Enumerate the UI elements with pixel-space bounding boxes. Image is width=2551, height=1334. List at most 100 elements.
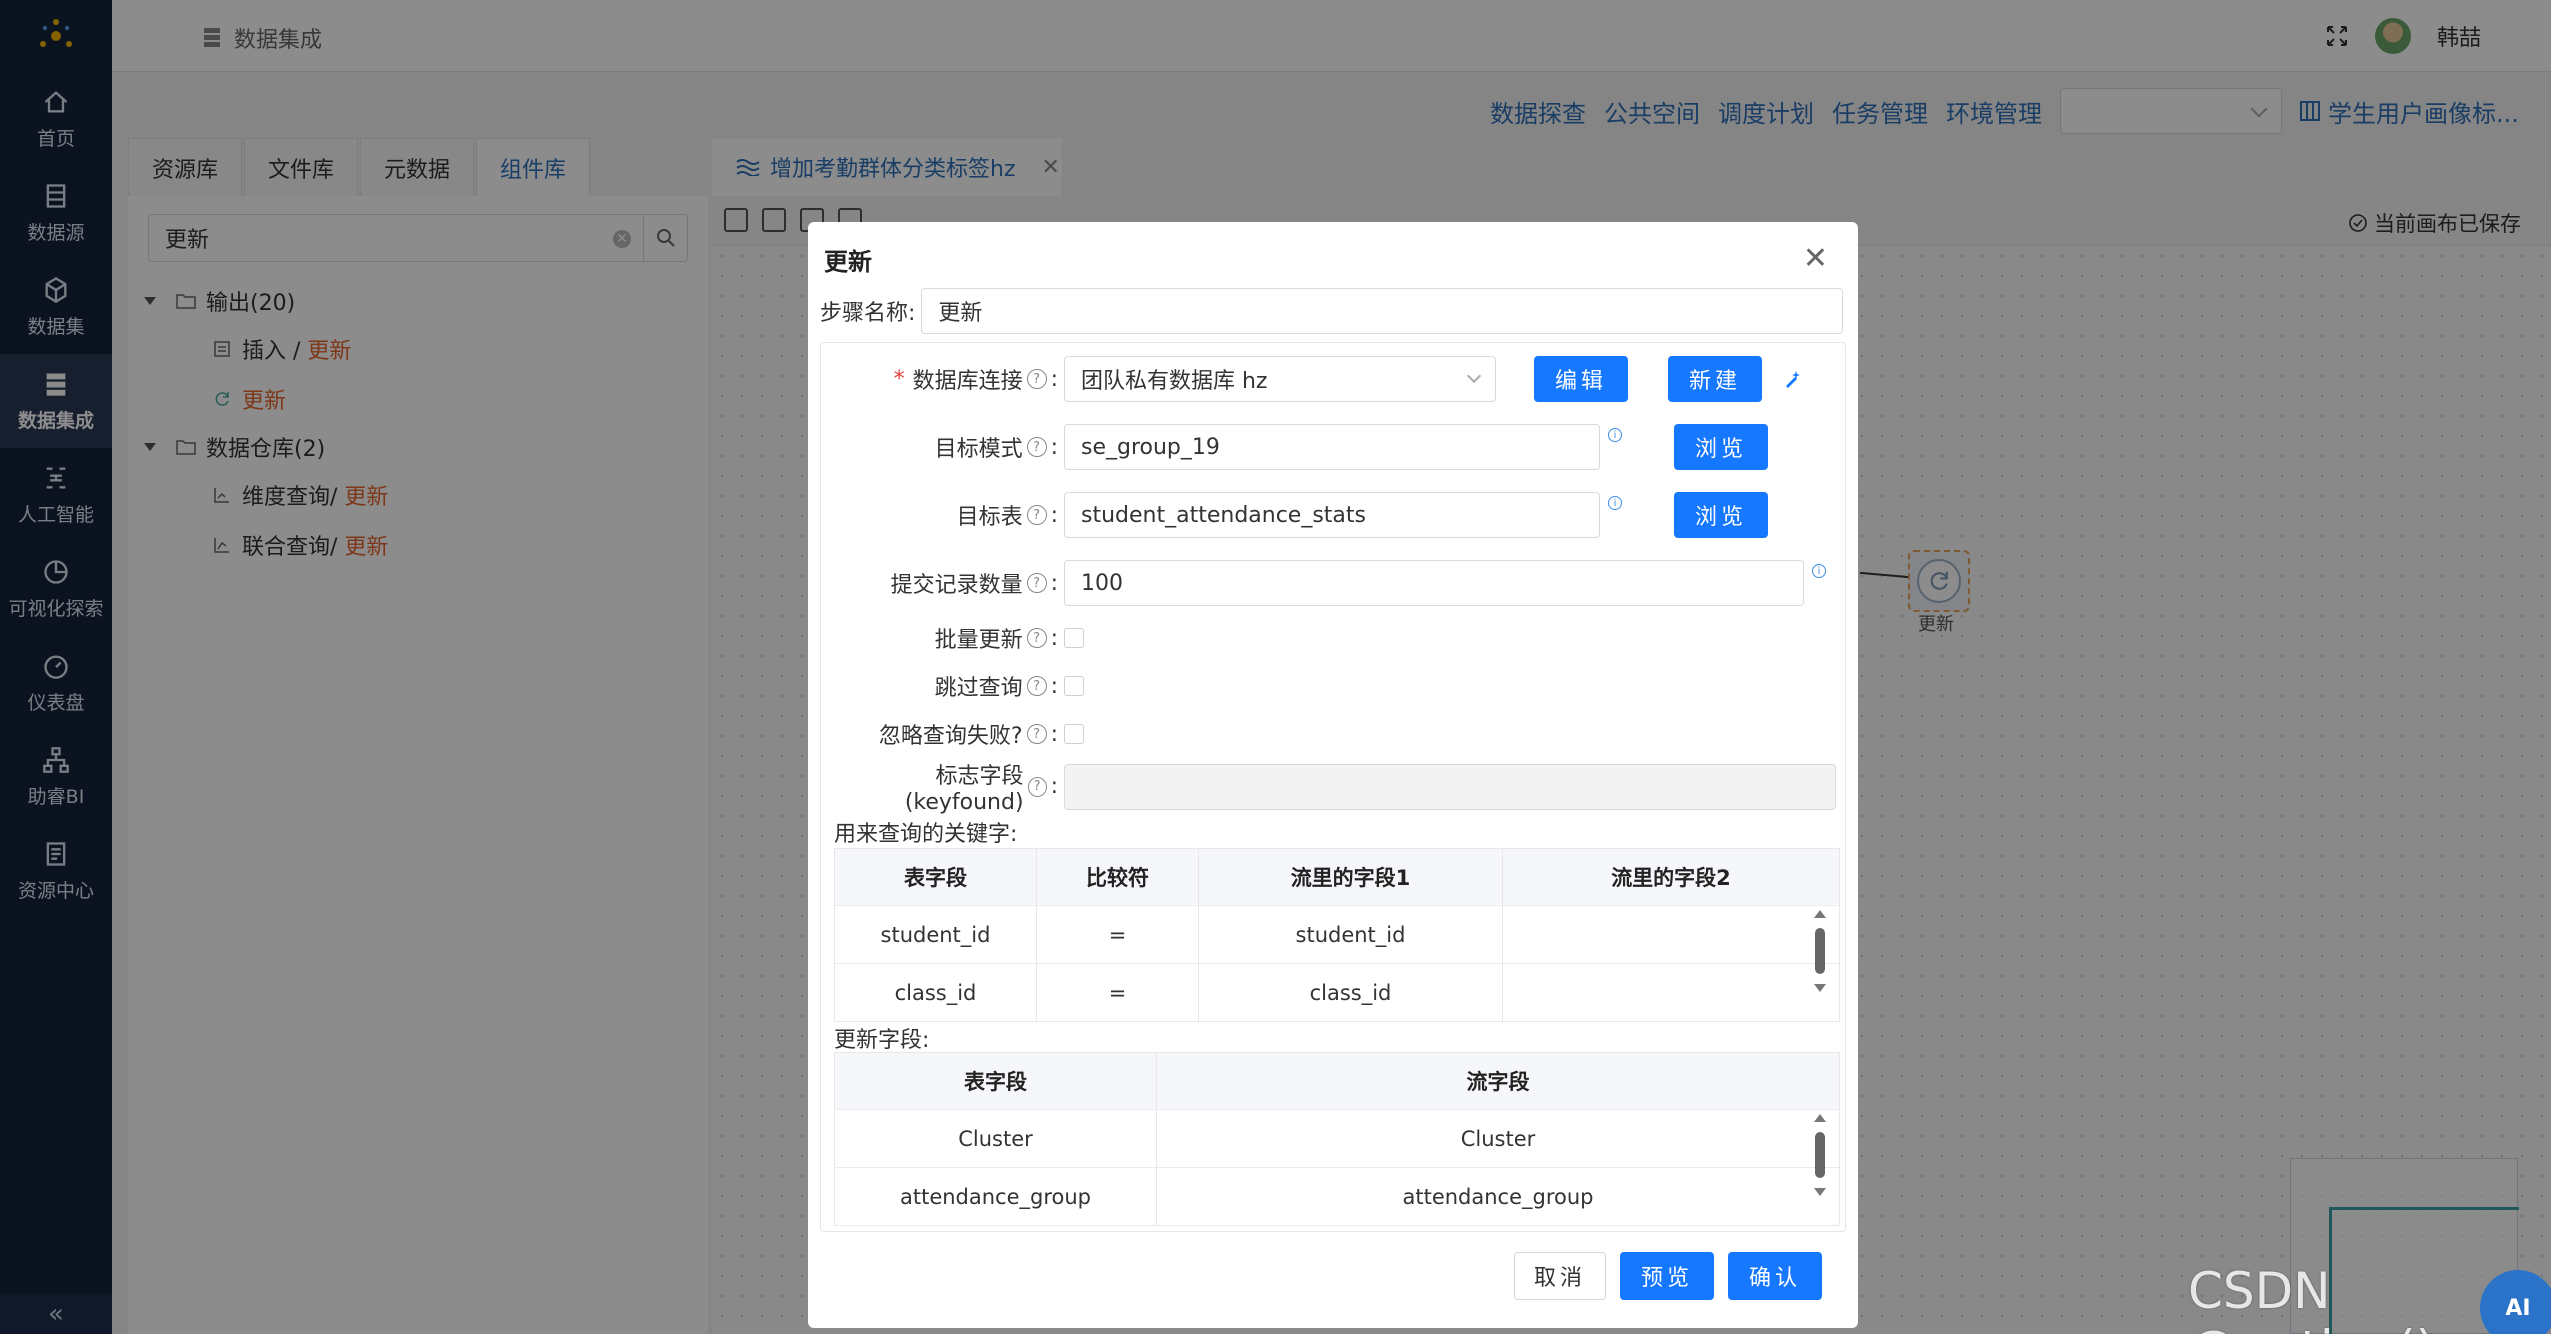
lookup-table-scrollbar[interactable] <box>1812 910 1828 992</box>
scroll-down-icon[interactable] <box>1814 984 1826 992</box>
required-marker: * <box>893 366 905 392</box>
table-row[interactable]: Cluster Cluster <box>835 1109 1839 1167</box>
table-cell[interactable]: Cluster <box>1157 1110 1839 1167</box>
label-colon: : <box>1050 721 1058 747</box>
lookup-keys-label: 用来查询的关键字: <box>834 822 1018 847</box>
wizard-icon[interactable] <box>1782 368 1804 390</box>
table-cell[interactable]: Cluster <box>835 1110 1157 1167</box>
label-colon: : <box>1050 570 1058 596</box>
update-table-scrollbar[interactable] <box>1812 1114 1828 1196</box>
help-icon[interactable]: ? <box>1026 628 1047 648</box>
update-fields-table: 表字段 流字段 Cluster Cluster attendance_group… <box>834 1052 1840 1226</box>
scroll-down-icon[interactable] <box>1814 1188 1826 1196</box>
commit-size-row: 提交记录数量 ? : 100 i <box>828 560 1826 606</box>
table-row[interactable]: attendance_group attendance_group <box>835 1167 1839 1225</box>
browse-table-button[interactable]: 浏览 <box>1674 492 1768 538</box>
label-colon: : <box>1050 774 1058 799</box>
batch-update-checkbox[interactable] <box>1064 628 1084 648</box>
table-cell[interactable]: class_id <box>1199 964 1503 1021</box>
ignore-lookup-failure-label: 忽略查询失败? <box>878 724 1023 749</box>
target-schema-row: 目标模式 ? : se_group_19 i 浏览 <box>828 424 1768 470</box>
label-colon: : <box>1050 673 1058 699</box>
help-icon[interactable]: ? <box>1026 724 1047 744</box>
lookup-keys-table: 表字段 比较符 流里的字段1 流里的字段2 student_id = stude… <box>834 848 1840 1022</box>
db-connection-row: * 数据库连接 ? : 团队私有数据库 hz 编辑 新建 <box>828 356 1804 402</box>
confirm-button[interactable]: 确认 <box>1728 1252 1822 1300</box>
column-header: 表字段 <box>835 1053 1157 1109</box>
scroll-up-icon[interactable] <box>1814 910 1826 918</box>
edit-connection-button[interactable]: 编辑 <box>1534 356 1628 402</box>
column-header: 流里的字段1 <box>1199 849 1503 905</box>
table-cell[interactable]: student_id <box>835 906 1037 963</box>
target-table-label: 目标表 <box>956 505 1023 530</box>
update-fields-label: 更新字段: <box>834 1028 930 1053</box>
help-icon[interactable]: ? <box>1026 505 1047 525</box>
skip-lookup-label: 跳过查询 <box>934 676 1023 701</box>
step-name-value: 更新 <box>938 301 983 326</box>
table-row[interactable]: student_id = student_id <box>835 905 1839 963</box>
browse-schema-button[interactable]: 浏览 <box>1674 424 1768 470</box>
target-schema-label: 目标模式 <box>934 437 1023 462</box>
commit-size-label: 提交记录数量 <box>890 573 1023 598</box>
ignore-lookup-failure-checkbox[interactable] <box>1064 724 1084 744</box>
preview-button[interactable]: 预览 <box>1620 1252 1714 1300</box>
dialog-title: 更新 <box>824 248 872 276</box>
batch-update-label: 批量更新 <box>934 628 1023 653</box>
help-icon[interactable]: ? <box>1026 573 1047 593</box>
info-icon[interactable]: i <box>1608 428 1622 442</box>
target-table-input[interactable]: student_attendance_stats <box>1064 492 1600 538</box>
table-cell[interactable]: attendance_group <box>835 1168 1157 1225</box>
label-colon: : <box>1050 625 1058 651</box>
table-cell[interactable] <box>1503 964 1839 1021</box>
skip-lookup-row: 跳过查询 ? : <box>828 670 1084 702</box>
target-schema-input[interactable]: se_group_19 <box>1064 424 1600 470</box>
db-connection-label: 数据库连接 <box>912 369 1023 394</box>
scroll-thumb[interactable] <box>1815 928 1825 974</box>
help-icon[interactable]: ? <box>1026 437 1047 457</box>
update-step-dialog: 更新 ✕ 步骤名称: 更新 * 数据库连接 ? : 团队私有数据库 hz 编辑 … <box>808 222 1858 1328</box>
table-cell[interactable]: student_id <box>1199 906 1503 963</box>
table-header: 表字段 比较符 流里的字段1 流里的字段2 <box>835 849 1839 905</box>
column-header: 表字段 <box>835 849 1037 905</box>
skip-lookup-checkbox[interactable] <box>1064 676 1084 696</box>
help-icon[interactable]: ? <box>1026 369 1047 389</box>
label-colon: : <box>1050 366 1058 392</box>
batch-update-row: 批量更新 ? : <box>828 622 1084 654</box>
label-colon: : <box>1050 502 1058 528</box>
db-connection-select[interactable]: 团队私有数据库 hz <box>1064 356 1496 402</box>
scroll-thumb[interactable] <box>1815 1132 1825 1178</box>
keyfound-input[interactable] <box>1064 763 1836 810</box>
keyfound-label: 标志字段(keyfound) <box>904 764 1024 815</box>
column-header: 流字段 <box>1466 1070 1530 1094</box>
table-row[interactable]: class_id = class_id <box>835 963 1839 1021</box>
step-name-label: 步骤名称: <box>820 301 916 326</box>
info-icon[interactable]: i <box>1608 496 1622 510</box>
dialog-footer: 取消 预览 确认 <box>1514 1252 1822 1300</box>
target-table-row: 目标表 ? : student_attendance_stats i 浏览 <box>828 492 1768 538</box>
table-cell[interactable]: class_id <box>835 964 1037 1021</box>
table-header: 表字段 流字段 <box>835 1053 1839 1109</box>
column-header: 流里的字段2 <box>1611 866 1731 890</box>
db-connection-value: 团队私有数据库 hz <box>1081 369 1268 394</box>
step-name-input[interactable]: 更新 <box>921 288 1844 334</box>
cancel-button[interactable]: 取消 <box>1514 1252 1606 1300</box>
table-cell[interactable]: = <box>1037 906 1199 963</box>
label-colon: : <box>1050 434 1058 460</box>
commit-size-input[interactable]: 100 <box>1064 560 1804 606</box>
help-icon[interactable]: ? <box>1026 676 1047 696</box>
ignore-lookup-failure-row: 忽略查询失败? ? : <box>828 718 1084 750</box>
table-cell[interactable]: = <box>1037 964 1199 1021</box>
keyfound-row: 标志字段(keyfound) ? : <box>828 758 1836 815</box>
new-connection-button[interactable]: 新建 <box>1668 356 1762 402</box>
info-icon[interactable]: i <box>1812 564 1826 578</box>
target-schema-value: se_group_19 <box>1081 434 1220 460</box>
column-header: 比较符 <box>1037 849 1199 905</box>
scroll-up-icon[interactable] <box>1814 1114 1826 1122</box>
close-icon[interactable]: ✕ <box>1803 244 1828 274</box>
step-name-row: 步骤名称: 更新 <box>820 288 1844 334</box>
table-cell[interactable]: attendance_group <box>1157 1168 1839 1225</box>
table-cell[interactable] <box>1503 906 1839 963</box>
help-icon[interactable]: ? <box>1027 776 1047 797</box>
chevron-down-icon <box>1466 368 1482 384</box>
target-table-value: student_attendance_stats <box>1081 502 1366 528</box>
